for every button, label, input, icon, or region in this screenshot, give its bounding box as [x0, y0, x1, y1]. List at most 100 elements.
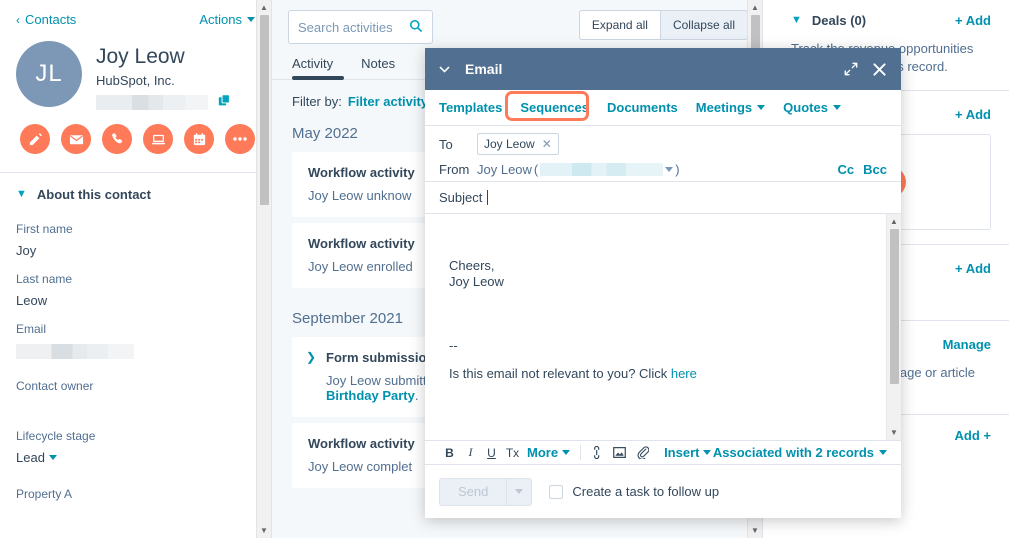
- form-name-link[interactable]: Birthday Party: [326, 388, 415, 403]
- tab-notes[interactable]: Notes: [361, 56, 395, 80]
- copy-icon[interactable]: [218, 94, 231, 110]
- hubspot-contact-record-page: ‹ Contacts Actions JL Joy Leow HubSpot, …: [0, 0, 1009, 538]
- manage-lists-button[interactable]: Manage: [943, 337, 991, 352]
- chevron-down-icon: [832, 105, 841, 110]
- create-task-checkbox-row[interactable]: Create a task to follow up: [549, 484, 719, 499]
- meeting-icon[interactable]: [184, 124, 214, 155]
- tab-meetings[interactable]: Meetings: [687, 100, 774, 115]
- from-label: From: [439, 162, 470, 177]
- scroll-down-arrow[interactable]: ▼: [751, 523, 759, 538]
- property-value[interactable]: Lead: [16, 447, 255, 469]
- scroll-down-arrow[interactable]: ▼: [890, 425, 898, 440]
- chevron-down-icon: [703, 450, 712, 455]
- property-value[interactable]: Leow: [16, 290, 255, 312]
- add-button[interactable]: + Add: [955, 261, 991, 276]
- bold-button[interactable]: B: [439, 446, 460, 460]
- property-mobile-phone: Mobile phone number: [0, 527, 271, 538]
- cc-button[interactable]: Cc: [838, 162, 855, 177]
- tab-quotes-label: Quotes: [783, 100, 828, 115]
- property-label: First name: [16, 222, 73, 237]
- add-attachment-button[interactable]: Add +: [955, 428, 991, 443]
- insert-dropdown[interactable]: Insert: [664, 445, 712, 460]
- more-icon[interactable]: [225, 124, 255, 155]
- subject-field-row[interactable]: Subject: [425, 182, 901, 214]
- timeline-toolbar: Search activities Expand all Collapse al…: [272, 0, 762, 44]
- tab-quotes[interactable]: Quotes: [774, 100, 850, 115]
- chevron-down-icon[interactable]: [438, 63, 451, 76]
- italic-button[interactable]: I: [460, 445, 481, 460]
- send-button[interactable]: Send: [439, 477, 507, 506]
- note-icon[interactable]: [20, 124, 50, 155]
- breadcrumb-label: Contacts: [25, 12, 77, 27]
- add-button[interactable]: + Add: [955, 107, 991, 122]
- from-field-row: From Joy Leow ( ) Cc Bcc: [425, 159, 901, 182]
- remove-recipient-icon[interactable]: ✕: [542, 137, 552, 151]
- clear-formatting-button[interactable]: Tx: [502, 446, 523, 460]
- more-formatting-dropdown[interactable]: More: [527, 445, 571, 460]
- body-separator: --: [449, 338, 458, 353]
- chevron-down-icon[interactable]: [665, 167, 674, 172]
- unsubscribe-line: Is this email not relevant to you? Click…: [449, 366, 877, 382]
- about-section-title: About this contact: [36, 187, 151, 203]
- call-icon[interactable]: [102, 124, 132, 155]
- sidebar-scrollbar[interactable]: ▲ ▼: [256, 0, 271, 538]
- activity-subtitle-tail: .: [414, 388, 419, 403]
- modal-tab-bar: Templates Sequences Documents Meetings Q…: [425, 90, 901, 126]
- image-icon[interactable]: [613, 447, 626, 458]
- scrollbar-thumb[interactable]: [259, 15, 269, 205]
- associated-records-dropdown[interactable]: Associated with 2 records: [713, 445, 887, 460]
- scroll-up-arrow[interactable]: ▲: [890, 214, 898, 229]
- tab-templates[interactable]: Templates: [439, 100, 511, 115]
- actions-dropdown[interactable]: Actions: [199, 12, 255, 27]
- chevron-down-icon: [515, 489, 524, 494]
- scrollbar-thumb[interactable]: [889, 229, 899, 384]
- underline-button[interactable]: U: [481, 446, 502, 460]
- paperclip-icon[interactable]: [637, 446, 650, 459]
- chevron-right-icon[interactable]: ❯: [306, 350, 316, 364]
- redacted-email-value: [96, 94, 208, 110]
- redacted-property-value[interactable]: [16, 344, 134, 360]
- email-icon[interactable]: [61, 124, 91, 155]
- from-value[interactable]: Joy Leow ( ): [477, 162, 680, 177]
- send-options-dropdown[interactable]: [506, 477, 533, 506]
- log-activity-icon[interactable]: [143, 124, 173, 155]
- bcc-button[interactable]: Bcc: [863, 162, 887, 177]
- chevron-down-icon: ▼: [16, 188, 27, 201]
- create-task-checkbox[interactable]: [549, 484, 564, 499]
- collapse-all-button[interactable]: Collapse all: [659, 10, 748, 40]
- property-last-name: Last name Leow: [0, 262, 271, 312]
- contact-company: HubSpot, Inc.: [96, 73, 175, 89]
- tab-sequences[interactable]: Sequences: [511, 100, 598, 115]
- search-input[interactable]: Search activities: [288, 10, 433, 44]
- expand-icon[interactable]: [844, 62, 858, 76]
- email-body-scrollbar[interactable]: ▲ ▼: [886, 214, 901, 440]
- scroll-down-arrow[interactable]: ▼: [260, 523, 268, 538]
- send-button-group: Send: [439, 477, 533, 506]
- tab-documents[interactable]: Documents: [598, 100, 687, 115]
- property-value[interactable]: [16, 397, 255, 419]
- breadcrumb-contacts[interactable]: ‹ Contacts: [16, 12, 76, 27]
- email-body-editor[interactable]: Cheers, Joy Leow -- Is this email not re…: [425, 214, 901, 440]
- chevron-down-icon[interactable]: ▼: [791, 15, 802, 26]
- search-icon: [409, 19, 423, 36]
- property-value[interactable]: Joy: [16, 240, 255, 262]
- scroll-up-arrow[interactable]: ▲: [260, 0, 268, 15]
- recipient-chip[interactable]: Joy Leow ✕: [477, 133, 559, 155]
- expand-all-button[interactable]: Expand all: [578, 10, 660, 40]
- unsubscribe-link[interactable]: here: [671, 366, 697, 381]
- property-value[interactable]: [16, 505, 255, 527]
- more-label: More: [527, 445, 559, 460]
- associated-records-label: Associated with 2 records: [712, 445, 874, 460]
- add-deal-button[interactable]: + Add: [955, 13, 991, 28]
- scroll-up-arrow[interactable]: ▲: [751, 0, 759, 15]
- contact-identity: JL Joy Leow HubSpot, Inc.: [0, 27, 271, 110]
- tab-meetings-label: Meetings: [695, 100, 753, 115]
- property-label: Property A: [16, 487, 73, 502]
- filter-prefix: Filter by:: [292, 94, 342, 109]
- about-section-header[interactable]: ▼ About this contact: [0, 173, 271, 212]
- filter-activity-link[interactable]: Filter activity: [348, 94, 428, 109]
- link-icon[interactable]: [591, 446, 602, 459]
- search-placeholder: Search activities: [298, 19, 393, 35]
- property-email: Email: [0, 312, 271, 360]
- close-icon[interactable]: [872, 62, 887, 77]
